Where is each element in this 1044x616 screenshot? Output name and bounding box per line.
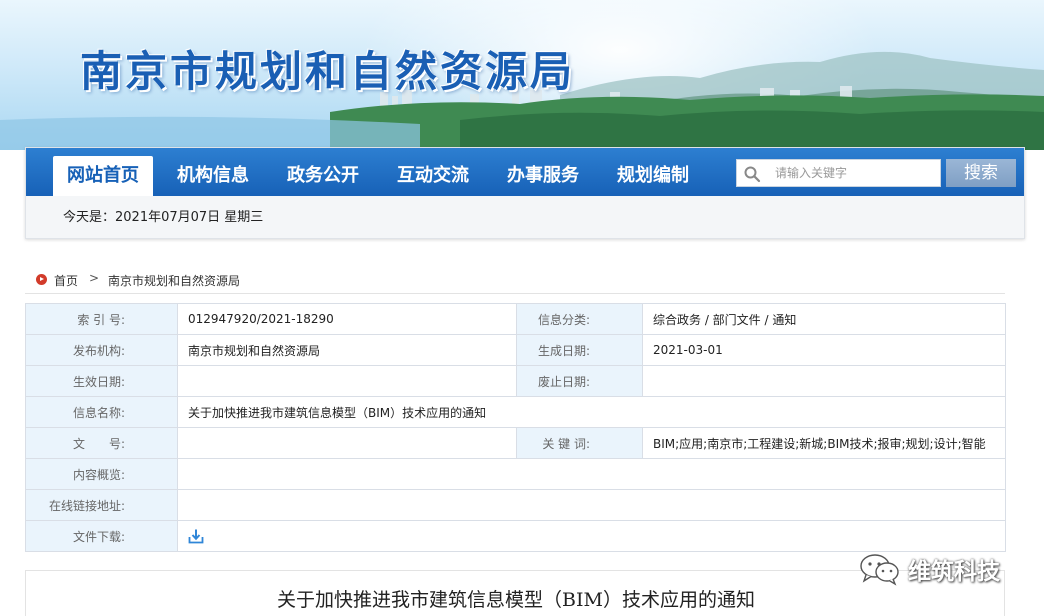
breadcrumb-separator: > [89, 271, 100, 285]
breadcrumb: 首页 > 南京市规划和自然资源局 [25, 264, 1005, 294]
current-date: 今天是：2021年07月07日 星期三 [63, 210, 264, 225]
table-row: 索 引 号: 012947920/2021-18290 信息分类: 综合政务 /… [25, 303, 1006, 335]
nav-item-interaction[interactable]: 互动交流 [397, 161, 469, 186]
doc-number-label: 文 号: [25, 427, 178, 459]
category-value: 综合政务 / 部门文件 / 通知 [642, 303, 1006, 335]
main-nav: 网站首页 机构信息 政务公开 互动交流 办事服务 规划编制 搜索 [26, 148, 1024, 196]
created-date-value: 2021-03-01 [642, 334, 1006, 366]
doc-number-value [177, 427, 517, 459]
online-link-value [177, 489, 1006, 521]
effective-date-value [177, 365, 517, 397]
download-icon[interactable] [188, 528, 204, 544]
created-date-label: 生成日期: [516, 334, 643, 366]
home-icon [36, 274, 47, 285]
site-title: 南京市规划和自然资源局 [80, 47, 576, 96]
watermark-text: 维筑科技 [908, 559, 1000, 585]
table-row: 发布机构: 南京市规划和自然资源局 生成日期: 2021-03-01 [25, 334, 1006, 366]
publisher-label: 发布机构: [25, 334, 178, 366]
search-button[interactable]: 搜索 [946, 159, 1016, 187]
table-row: 文 号: 关 键 词: BIM;应用;南京市;工程建设;新城;BIM技术;报审;… [25, 427, 1006, 459]
watermark: 维筑科技 [858, 552, 1000, 586]
nav-item-government-affairs[interactable]: 政务公开 [287, 161, 359, 186]
summary-value [177, 458, 1006, 490]
table-row: 信息名称: 关于加快推进我市建筑信息模型（BIM）技术应用的通知 [25, 396, 1006, 428]
nav-item-home[interactable]: 网站首页 [53, 156, 153, 196]
table-row: 文件下载: [25, 520, 1006, 552]
index-value: 012947920/2021-18290 [177, 303, 517, 335]
search-icon [744, 166, 761, 183]
breadcrumb-current[interactable]: 南京市规划和自然资源局 [108, 272, 240, 289]
effective-date-label: 生效日期: [25, 365, 178, 397]
nav-item-organization[interactable]: 机构信息 [177, 161, 249, 186]
file-download-cell [177, 520, 1006, 552]
info-table: 索 引 号: 012947920/2021-18290 信息分类: 综合政务 /… [25, 303, 1006, 552]
breadcrumb-home[interactable]: 首页 [54, 272, 78, 289]
table-row: 内容概览: [25, 458, 1006, 490]
search-input[interactable] [775, 163, 935, 183]
wechat-icon [860, 554, 899, 586]
online-link-label: 在线链接地址: [25, 489, 178, 521]
expiry-date-label: 废止日期: [516, 365, 643, 397]
search-box [736, 159, 941, 187]
site-banner: 南京市规划和自然资源局 [0, 0, 1044, 150]
file-download-label: 文件下载: [25, 520, 178, 552]
category-label: 信息分类: [516, 303, 643, 335]
keywords-label: 关 键 词: [516, 427, 643, 459]
nav-item-planning[interactable]: 规划编制 [617, 161, 689, 186]
summary-label: 内容概览: [25, 458, 178, 490]
nav-item-services[interactable]: 办事服务 [507, 161, 579, 186]
publisher-value: 南京市规划和自然资源局 [177, 334, 517, 366]
info-name-label: 信息名称: [25, 396, 178, 428]
index-label: 索 引 号: [25, 303, 178, 335]
table-row: 生效日期: 废止日期: [25, 365, 1006, 397]
article-title: 关于加快推进我市建筑信息模型（BIM）技术应用的通知 [277, 589, 755, 611]
table-row: 在线链接地址: [25, 489, 1006, 521]
keywords-value: BIM;应用;南京市;工程建设;新城;BIM技术;报审;规划;设计;智能 [642, 427, 1006, 459]
nav-panel: 网站首页 机构信息 政务公开 互动交流 办事服务 规划编制 搜索 今天是：202… [25, 147, 1025, 239]
expiry-date-value [642, 365, 1006, 397]
info-name-value: 关于加快推进我市建筑信息模型（BIM）技术应用的通知 [177, 396, 1006, 428]
